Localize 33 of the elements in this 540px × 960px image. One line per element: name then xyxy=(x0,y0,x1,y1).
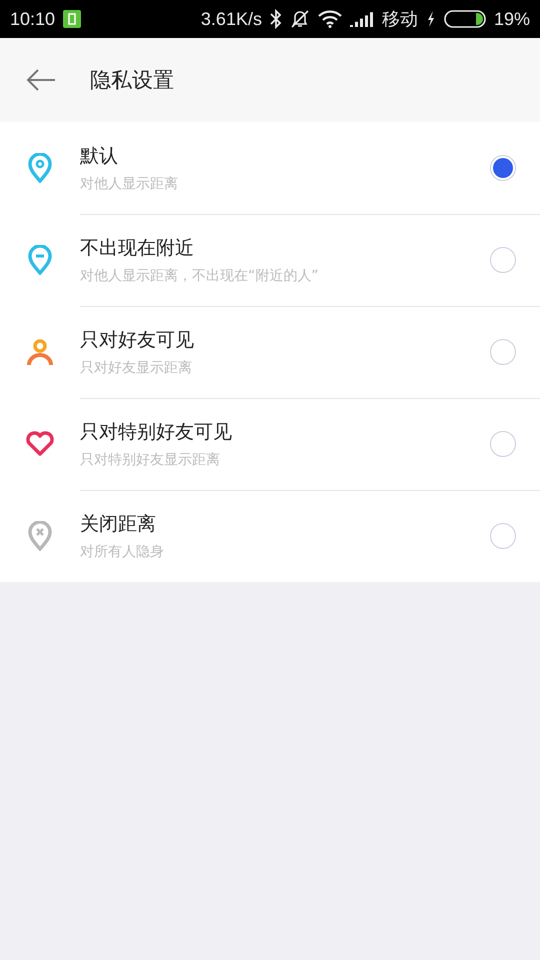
radio-button[interactable] xyxy=(490,154,516,180)
bell-off-icon xyxy=(290,9,310,29)
back-button[interactable] xyxy=(26,69,56,91)
option-title: 只对特别好友可见 xyxy=(80,420,233,444)
wifi-icon xyxy=(318,10,342,28)
map-pin-minus-icon xyxy=(27,245,53,275)
option-title: 只对好友可见 xyxy=(80,328,195,352)
battery-icon xyxy=(444,10,486,28)
map-pin-x-icon xyxy=(27,521,53,551)
radio-button[interactable] xyxy=(490,246,516,272)
option-title: 关闭距离 xyxy=(80,512,157,537)
option-description: 只对好友显示距离 xyxy=(80,358,193,376)
clock-time: 10:10 xyxy=(10,8,56,30)
network-speed: 3.61K/s xyxy=(200,8,262,30)
radio-button[interactable] xyxy=(490,523,516,549)
option-description: 对所有人隐身 xyxy=(80,543,165,561)
charging-icon xyxy=(426,10,436,28)
option-title: 默认 xyxy=(80,144,119,168)
option-description: 只对特别好友显示距离 xyxy=(80,450,221,468)
radio-button[interactable] xyxy=(490,338,516,364)
option-title: 不出现在附近 xyxy=(80,236,195,260)
battery-saver-icon xyxy=(63,10,82,28)
person-icon xyxy=(27,338,53,366)
radio-button[interactable] xyxy=(490,430,516,456)
battery-percent: 19% xyxy=(494,8,530,30)
map-pin-icon xyxy=(27,153,53,183)
heart-icon xyxy=(25,431,55,457)
option-description: 对他人显示距离 xyxy=(80,174,179,192)
signal-icon xyxy=(350,11,374,27)
bluetooth-icon xyxy=(270,9,282,29)
option-description: 对他人显示距离，不出现在“附近的人” xyxy=(80,266,320,284)
page-title: 隐私设置 xyxy=(90,67,174,94)
carrier-name: 移动 xyxy=(382,8,418,31)
